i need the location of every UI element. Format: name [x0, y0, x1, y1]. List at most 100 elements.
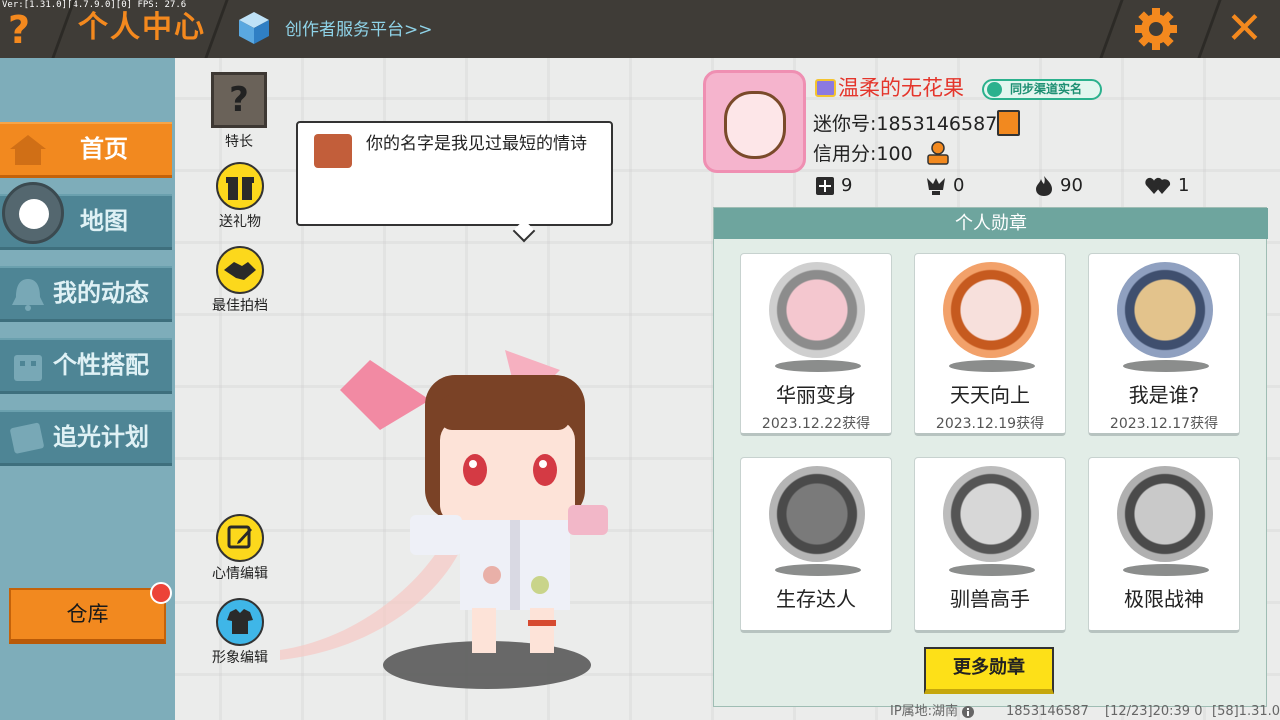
medal-card[interactable]: 生存达人 [740, 457, 892, 633]
sync-realname-button[interactable]: 同步渠道实名 [982, 79, 1102, 100]
mood-box-icon [314, 134, 352, 168]
beast-medal-icon [943, 466, 1039, 562]
stat-value: 0 [953, 175, 965, 196]
medal-date: 2023.12.19获得 [935, 416, 1045, 432]
best-partner-button[interactable]: 最佳拍档 [203, 246, 277, 314]
medal-card[interactable]: 驯兽高手 [914, 457, 1066, 633]
medal-name: 我是谁? [1128, 383, 1200, 407]
sidebar-item-label: 首页 [80, 135, 128, 163]
stat-value: 90 [1060, 175, 1083, 196]
sidebar-item-home[interactable]: 首页 [0, 122, 172, 178]
sidebar-item-label: 追光计划 [53, 423, 149, 451]
stat-value: 1 [1178, 175, 1190, 196]
notification-dot [150, 582, 172, 604]
medal-stand [775, 360, 861, 372]
sidebar-item-activity[interactable]: 我的动态 [0, 266, 172, 322]
stat-trophy: 0 [925, 174, 964, 198]
medal-card[interactable]: 华丽变身 2023.12.22获得 [740, 253, 892, 436]
floating-toggle-button[interactable] [2, 182, 64, 244]
storage-button[interactable]: 仓库 [9, 588, 166, 644]
help-button[interactable]: ? [8, 8, 30, 52]
medal-date: 2023.12.22获得 [761, 416, 871, 432]
stat-popularity: 90 [1034, 174, 1083, 198]
medal-name: 生存达人 [776, 587, 856, 611]
bell-icon [12, 279, 44, 311]
fire-medal-icon [769, 466, 865, 562]
letter-medal-icon [1117, 262, 1213, 358]
medal-name: 极限战神 [1124, 587, 1204, 611]
settings-gear-icon[interactable] [1133, 6, 1179, 52]
stat-hearts: 1 [1144, 174, 1189, 198]
profile-avatar[interactable] [703, 70, 806, 173]
stat-likes: 9 [815, 174, 852, 198]
username: 温柔的无花果 [838, 76, 964, 100]
creator-platform-link[interactable]: 创作者服务平台>> [285, 19, 433, 41]
medal-card[interactable]: 我是谁? 2023.12.17获得 [1088, 253, 1240, 436]
close-button[interactable]: ✕ [1226, 2, 1263, 56]
vip-badge-icon [815, 79, 836, 97]
medal-panel-title: 个人勋章 [714, 208, 1268, 239]
credit-user-icon[interactable] [926, 141, 950, 165]
edit-icon [216, 514, 264, 562]
medal-card[interactable]: 天天向上 2023.12.19获得 [914, 253, 1066, 436]
mood-speech-bubble: 你的名字是我见过最短的情诗 [296, 121, 613, 226]
gift-label: 送礼物 [219, 214, 261, 230]
trophy-icon [927, 178, 945, 195]
footer-uid: 1853146587 [1006, 704, 1089, 719]
skill-question-icon: ? [211, 72, 267, 128]
medal-stand [1123, 360, 1209, 372]
header-divider [1197, 0, 1222, 58]
outfit-edit-icon [216, 598, 264, 646]
medal-stand [949, 360, 1035, 372]
calendar-medal-icon [943, 262, 1039, 358]
medal-name: 天天向上 [950, 383, 1030, 407]
footer-build: [58]1.31.0 [1212, 704, 1280, 719]
medal-name: 驯兽高手 [950, 587, 1030, 611]
flame-icon [1036, 176, 1052, 196]
mini-id: 迷你号:1853146587 [813, 113, 998, 135]
skill-label: 特长 [225, 134, 253, 150]
avatar-face [724, 91, 786, 159]
appearance-edit-label: 形象编辑 [212, 650, 268, 666]
footer-timestamp: [12/23]20:39 0 [1105, 704, 1203, 719]
ip-location: IP属地:湖南 [890, 704, 959, 719]
credit-score: 信用分:100 [813, 143, 913, 165]
gift-button[interactable]: 送礼物 [205, 162, 275, 230]
boss-medal-icon [1117, 466, 1213, 562]
medal-stand [775, 564, 861, 576]
medal-date: 2023.12.17获得 [1109, 416, 1219, 432]
sidebar-item-label: 地图 [80, 207, 128, 235]
medal-name: 华丽变身 [776, 383, 856, 407]
stat-value: 9 [841, 175, 853, 196]
more-medals-button[interactable]: 更多勋章 [924, 647, 1054, 694]
hearts-icon [1145, 177, 1171, 194]
creator-cube-icon [239, 12, 269, 44]
mood-edit-label: 心情编辑 [212, 566, 268, 582]
best-partner-label: 最佳拍档 [212, 298, 268, 314]
sidebar-item-light-plan[interactable]: 追光计划 [0, 410, 172, 466]
top-bar: Ver:[1.31.0][4.7.9.0][0] FPS: 27.6 ? 个人中… [0, 0, 1280, 58]
appearance-edit-button[interactable]: 形象编辑 [203, 598, 277, 666]
plus-square-icon [816, 177, 834, 195]
header-divider [1099, 0, 1124, 58]
outfit-icon [14, 355, 42, 381]
skill-button[interactable]: ? 特长 [209, 72, 269, 150]
mood-text: 你的名字是我见过最短的情诗 [366, 134, 587, 154]
page-title: 个人中心 [78, 10, 206, 45]
sidebar-item-outfit[interactable]: 个性搭配 [0, 338, 172, 394]
transform-medal-icon [769, 262, 865, 358]
character-avatar[interactable] [270, 340, 670, 670]
gift-icon [216, 162, 264, 210]
mood-edit-button[interactable]: 心情编辑 [203, 514, 277, 582]
medal-stand [949, 564, 1035, 576]
light-plan-icon [10, 422, 44, 454]
medal-stand [1123, 564, 1209, 576]
info-icon[interactable] [962, 706, 974, 718]
sidebar-item-label: 个性搭配 [53, 351, 149, 379]
house-icon [10, 135, 46, 165]
sidebar-item-label: 我的动态 [53, 279, 149, 307]
medal-card[interactable]: 极限战神 [1088, 457, 1240, 633]
header-divider [204, 0, 229, 58]
handshake-icon [216, 246, 264, 294]
copy-icon[interactable] [997, 110, 1020, 136]
